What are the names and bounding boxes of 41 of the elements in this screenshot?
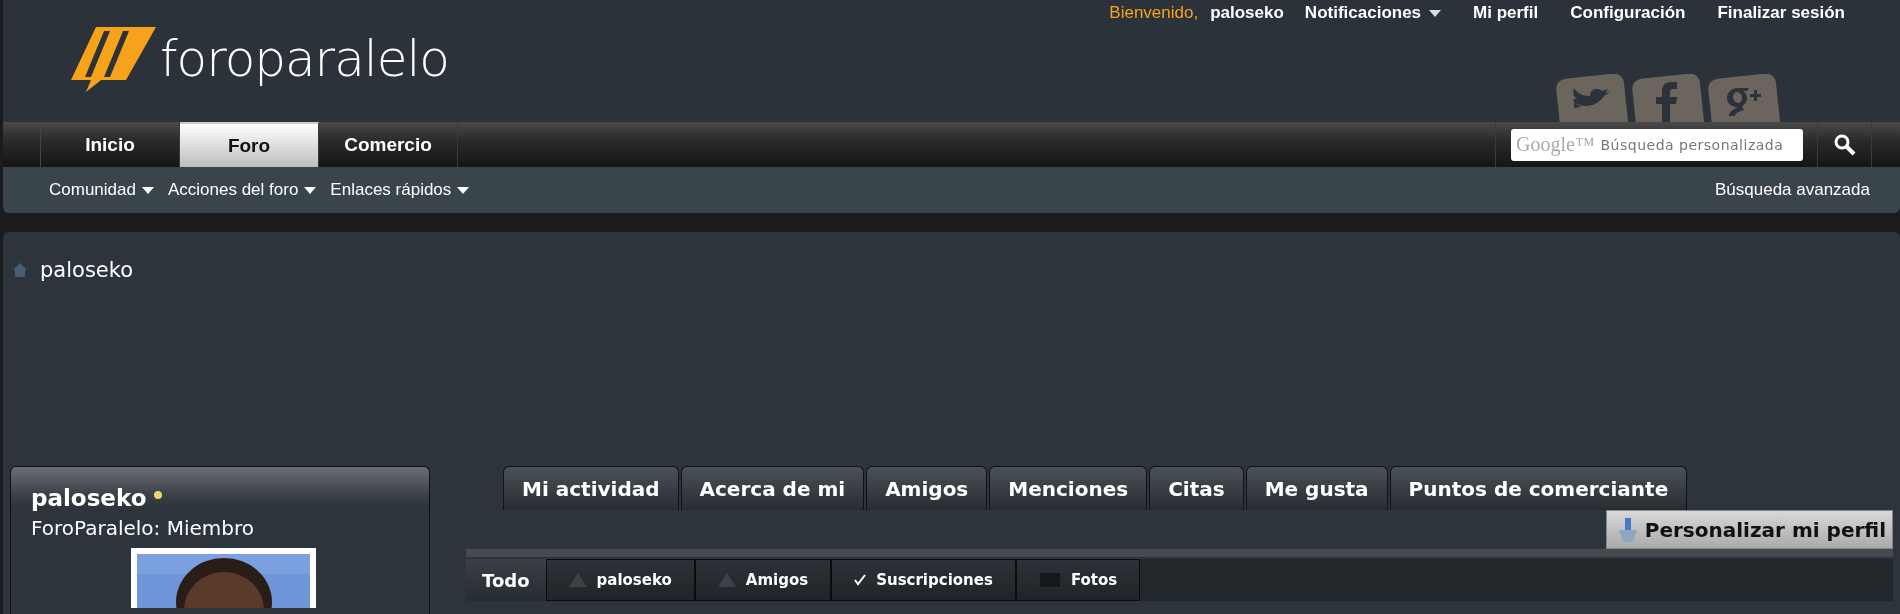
activity-filter-tab[interactable]: paloseko [545, 559, 695, 601]
user-menu-link[interactable]: Configuración [1570, 3, 1686, 23]
profile-tab[interactable]: Me gusta [1245, 466, 1388, 510]
profile-tab[interactable]: Mi actividad [503, 466, 679, 510]
profile-tab[interactable]: Citas [1149, 466, 1244, 510]
user-menu-link[interactable]: Notificaciones [1304, 3, 1442, 23]
home-icon[interactable] [12, 262, 28, 278]
user-rank-text: ForoParalelo: Miembro [31, 516, 255, 540]
breadcrumb-link[interactable]: paloseko [40, 258, 133, 282]
greeting-text: Bienvenido, [1109, 3, 1199, 23]
user-menu-link[interactable]: Mi perfil [1473, 3, 1539, 23]
logo-text: foroparalelo [160, 34, 449, 84]
username-text: paloseko [31, 485, 147, 511]
google-logo-text: Google™ [1516, 133, 1595, 156]
customize-profile-button[interactable]: Personalizar mi perfil [1605, 510, 1893, 549]
activity-filter-tab[interactable]: Fotos [1015, 559, 1141, 601]
logo-icon [71, 27, 156, 92]
activity-filter-tab[interactable]: Suscripciones [831, 559, 1016, 601]
username-link[interactable]: paloseko [1210, 3, 1284, 23]
profile-tab[interactable]: Amigos [866, 466, 988, 510]
letter-g-plus-icon[interactable] [1708, 74, 1780, 122]
menu-link[interactable]: Acciones del foro [167, 180, 317, 200]
menu-link[interactable]: Comunidad [49, 180, 154, 200]
menu-link[interactable]: Enlaces rápidos [330, 180, 470, 200]
caret-icon [457, 186, 470, 194]
caret-icon [141, 186, 154, 194]
caret-icon [304, 186, 317, 194]
search-field[interactable]: Búsqueda personalizada [1598, 135, 1798, 154]
caret-icon [1429, 9, 1442, 17]
advanced-search-link[interactable]: Búsqueda avanzada [1714, 180, 1870, 200]
profile-tab[interactable]: Acerca de mi [680, 466, 865, 510]
checkmark-icon [854, 574, 867, 586]
profile-tab[interactable]: Menciones [989, 466, 1148, 510]
user-menu-link[interactable]: Finalizar sesión [1717, 3, 1845, 23]
search-icon [1833, 133, 1856, 156]
bird-icon[interactable] [1556, 74, 1628, 122]
activity-filter-tab[interactable]: Amigos [694, 559, 832, 601]
letter-f-icon[interactable] [1632, 74, 1704, 122]
activity-filter-tab[interactable]: Todo [466, 559, 546, 601]
profile-tab[interactable]: Puntos de comerciante [1389, 466, 1688, 510]
nav-tab[interactable]: Foro [180, 122, 319, 167]
